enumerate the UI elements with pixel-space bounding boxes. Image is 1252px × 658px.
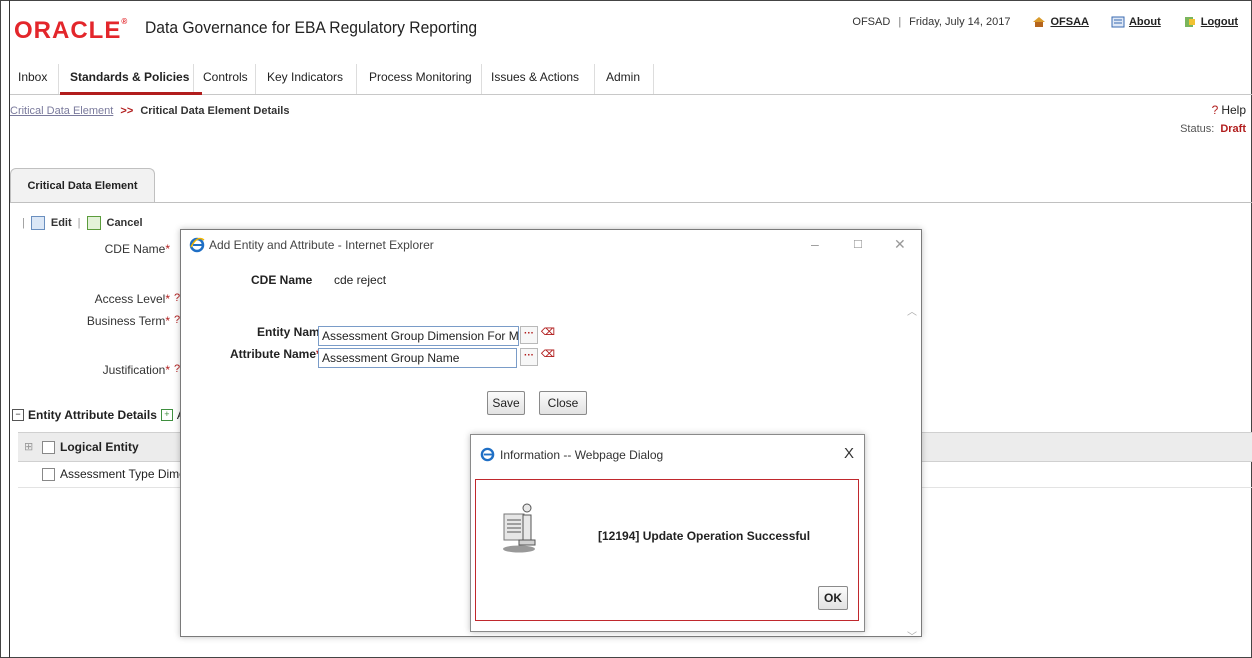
minimize-button[interactable]: – [811, 236, 819, 252]
entity-name-field[interactable]: Assessment Group Dimension For Mu [318, 326, 519, 346]
attribute-clear-icon[interactable]: ⌫ [540, 348, 556, 364]
scroll-up-icon[interactable]: ︿ [907, 303, 917, 318]
edit-icon [30, 216, 45, 230]
info-close-button[interactable]: X [844, 445, 854, 462]
select-all-checkbox[interactable] [42, 441, 55, 454]
about-icon [1111, 16, 1125, 28]
header-right: OFSAD | Friday, July 14, 2017 OFSAA Abou… [852, 16, 1238, 28]
justification-label: Justification* [102, 363, 170, 377]
close-button[interactable]: Close [539, 391, 587, 415]
help-label: Help [1221, 103, 1246, 117]
breadcrumb: Critical Data Element >> Critical Data E… [10, 105, 289, 117]
cde-name-label: CDE Name* [104, 242, 170, 256]
dialog-scrollbar[interactable]: ︿ ﹀ [904, 303, 921, 643]
nav-divider [356, 64, 357, 94]
toolbar-divider: | [77, 217, 81, 229]
access-level-label: Access Level* [94, 292, 170, 306]
cancel-icon [86, 216, 101, 230]
information-dialog: Information -- Webpage Dialog X [12194] … [470, 434, 865, 632]
info-message: [12194] Update Operation Successful [598, 529, 811, 543]
status-label: Status: [1180, 123, 1215, 135]
cde-name-label: CDE Name [251, 273, 313, 287]
status-indicator: Status: Draft [1180, 123, 1246, 135]
information-icon [503, 503, 536, 553]
cancel-button[interactable]: Cancel [107, 217, 143, 229]
info-dialog-body: [12194] Update Operation Successful OK [475, 479, 859, 621]
entity-lookup-button[interactable]: ··· [520, 326, 538, 344]
info-dialog-titlebar: Information -- Webpage Dialog X [471, 435, 864, 475]
nav-divider [193, 64, 194, 94]
cde-name-value: cde reject [334, 273, 387, 287]
tab-critical-data-element[interactable]: Critical Data Element [10, 168, 155, 203]
save-button[interactable]: Save [487, 391, 525, 415]
toolbar-divider: | [22, 217, 25, 229]
status-value: Draft [1220, 123, 1246, 135]
dialog-title: Add Entity and Attribute - Internet Expl… [209, 238, 434, 252]
form-toolbar: | Edit | Cancel [22, 216, 143, 230]
about-link[interactable]: About [1129, 16, 1161, 28]
logout-link[interactable]: Logout [1201, 16, 1238, 28]
ok-button[interactable]: OK [818, 586, 848, 610]
tab-process-monitoring[interactable]: Process Monitoring [369, 70, 472, 84]
header: ORACLE® Data Governance for EBA Regulato… [10, 0, 1252, 50]
row-logical-entity: Assessment Type Dime [60, 467, 186, 481]
nav-divider [653, 64, 654, 94]
column-logical-entity: Logical Entity [60, 440, 139, 454]
header-separator: | [898, 16, 902, 28]
tab-standards-policies[interactable]: Standards & Policies [70, 70, 189, 84]
nav-divider [255, 64, 256, 94]
home-icon [1033, 17, 1046, 27]
nav-divider [594, 64, 595, 94]
entity-clear-icon[interactable]: ⌫ [540, 326, 556, 342]
active-tab-indicator [60, 92, 202, 95]
breadcrumb-parent-link[interactable]: Critical Data Element [10, 105, 113, 117]
tab-key-indicators[interactable]: Key Indicators [267, 70, 343, 84]
entity-attribute-section: − Entity Attribute Details + A [12, 408, 185, 422]
tab-admin[interactable]: Admin [606, 70, 640, 84]
tab-controls[interactable]: Controls [203, 70, 248, 84]
tab-underline [10, 202, 1252, 203]
row-checkbox[interactable] [42, 468, 55, 481]
internet-explorer-icon [189, 237, 205, 253]
oracle-logo: ORACLE® [14, 17, 129, 44]
attribute-lookup-button[interactable]: ··· [520, 348, 538, 366]
left-border [9, 0, 10, 658]
app-title: Data Governance for EBA Regulatory Repor… [145, 18, 478, 37]
breadcrumb-current: Critical Data Element Details [140, 105, 290, 117]
maximize-button[interactable]: ☐ [853, 238, 863, 251]
tab-issues-actions[interactable]: Issues & Actions [491, 70, 579, 84]
header-date: Friday, July 14, 2017 [909, 16, 1011, 28]
info-dialog-title: Information -- Webpage Dialog [500, 448, 664, 462]
help-link[interactable]: ? Help [1212, 103, 1246, 117]
add-row-icon[interactable]: + [160, 409, 173, 421]
nav-divider [481, 64, 482, 94]
user-name: OFSAD [852, 16, 891, 28]
main-nav: Inbox Standards & Policies Controls Key … [10, 64, 1252, 95]
ofsaa-link[interactable]: OFSAA [1050, 16, 1089, 28]
help-icon: ? [1211, 103, 1219, 117]
nav-divider [58, 64, 59, 94]
attribute-name-label: Attribute Name* [230, 347, 321, 361]
window-close-button[interactable]: ✕ [894, 236, 906, 253]
logout-icon [1184, 17, 1195, 27]
internet-explorer-icon [480, 447, 495, 462]
hierarchy-icon: ⊞ [24, 441, 34, 453]
attribute-name-field[interactable]: Assessment Group Name [318, 348, 517, 368]
business-term-label: Business Term* [86, 314, 170, 328]
section-title: Entity Attribute Details [28, 408, 157, 422]
scroll-down-icon[interactable]: ﹀ [907, 628, 917, 643]
tab-inbox[interactable]: Inbox [18, 70, 47, 84]
breadcrumb-separator: >> [120, 105, 134, 117]
edit-button[interactable]: Edit [51, 217, 72, 229]
dialog-titlebar: Add Entity and Attribute - Internet Expl… [181, 230, 921, 260]
collapse-icon[interactable]: − [12, 409, 24, 421]
